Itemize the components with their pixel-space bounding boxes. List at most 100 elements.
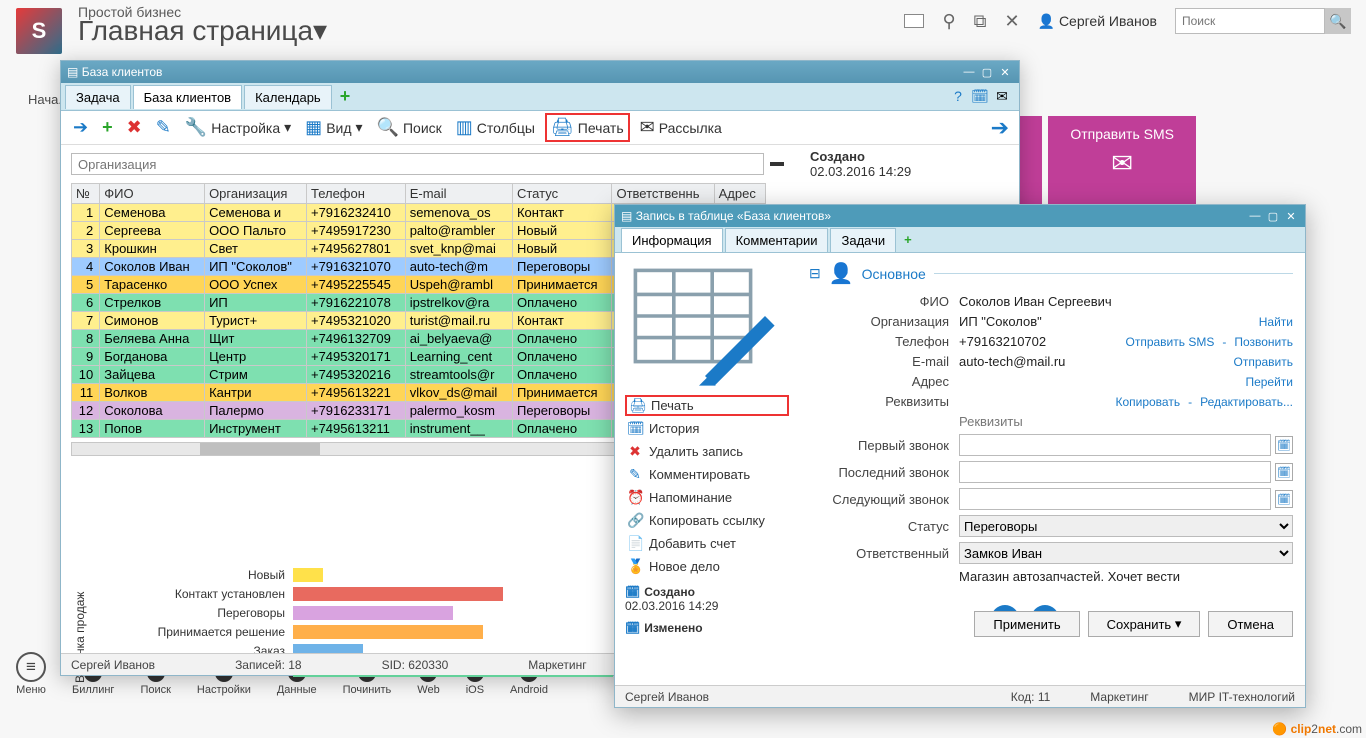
history-icon[interactable]: 🗓 xyxy=(971,87,989,105)
label-address: Адрес xyxy=(809,374,959,389)
global-search-input[interactable] xyxy=(1175,8,1325,34)
action-print[interactable]: 🖨Печать xyxy=(625,395,789,416)
record-created: 🗓 Создано02.03.2016 14:29 xyxy=(625,585,789,613)
view-button[interactable]: ▦Вид ▾ xyxy=(301,115,366,140)
tile-send-sms[interactable]: Отправить SMS✉ xyxy=(1048,116,1196,207)
col-header[interactable]: E-mail xyxy=(405,184,512,204)
add-button[interactable]: + xyxy=(98,115,117,140)
label-tel: Телефон xyxy=(809,334,959,349)
funnel-row: Контакт установлен xyxy=(93,586,671,602)
input-last-call[interactable] xyxy=(959,461,1271,483)
action-delete[interactable]: ✖Удалить запись xyxy=(625,441,789,462)
col-header[interactable]: № xyxy=(72,184,100,204)
value-org: ИП "Соколов" xyxy=(959,314,1251,329)
label-fio: ФИО xyxy=(809,294,959,309)
tab-task[interactable]: Задача xyxy=(65,85,131,109)
tab-tasks[interactable]: Задачи xyxy=(830,228,896,252)
tab-calendar[interactable]: Календарь xyxy=(244,85,332,109)
col-header[interactable]: ФИО xyxy=(100,184,205,204)
edit-button[interactable]: ✎ xyxy=(152,115,175,140)
funnel-row: Принимается решение xyxy=(93,624,671,640)
apply-button[interactable]: Применить xyxy=(974,611,1079,637)
settings-button[interactable]: 🔧Настройка ▾ xyxy=(181,115,295,140)
label-requisites: Реквизиты xyxy=(809,394,959,409)
cancel-button[interactable]: Отмена xyxy=(1208,611,1293,637)
person-icon: 👤 xyxy=(829,261,854,286)
org-filter-input[interactable] xyxy=(71,153,764,175)
col-header[interactable]: Ответственнь xyxy=(612,184,714,204)
print-button[interactable]: 🖨Печать xyxy=(545,113,630,142)
col-header[interactable]: Статус xyxy=(512,184,611,204)
clients-window-title: База клиентов xyxy=(82,65,163,79)
link-call[interactable]: Позвонить xyxy=(1234,335,1293,349)
columns-button[interactable]: ▥Столбцы xyxy=(452,115,539,140)
global-search-button[interactable]: 🔍 xyxy=(1325,8,1351,34)
label-last-call: Последний звонок xyxy=(809,465,959,480)
help-icon[interactable]: ? xyxy=(949,87,967,105)
link-edit-req[interactable]: Редактировать... xyxy=(1200,395,1293,409)
tab-info[interactable]: Информация xyxy=(621,228,723,252)
section-main[interactable]: ⊟ 👤 Основное xyxy=(809,261,1293,286)
input-next-call[interactable] xyxy=(959,488,1271,510)
calendar-icon[interactable]: 🗓 xyxy=(1275,436,1293,454)
record-window: ▤ Запись в таблице «База клиентов» — ▢ ✕… xyxy=(614,204,1306,708)
note-text: Магазин автозапчастей. Хочет вести xyxy=(959,569,1293,584)
record-window-title: Запись в таблице «База клиентов» xyxy=(636,209,831,223)
action-comment[interactable]: ✎Комментировать xyxy=(625,464,789,485)
created-info: Создано02.03.2016 14:29 xyxy=(810,149,911,179)
menu-icon[interactable]: ≡Меню xyxy=(16,652,46,696)
select-status[interactable]: Переговоры xyxy=(959,515,1293,537)
col-header[interactable]: Организация xyxy=(205,184,307,204)
search-button[interactable]: 🔍Поиск xyxy=(373,115,446,140)
delete-button[interactable]: ✖ xyxy=(123,115,146,140)
maximize-button[interactable]: ▢ xyxy=(1265,209,1281,223)
save-button[interactable]: Сохранить ▾ xyxy=(1088,611,1201,637)
mailing-button[interactable]: ✉Рассылка xyxy=(636,115,726,140)
value-mail: auto-tech@mail.ru xyxy=(959,354,1225,369)
tab-add[interactable]: + xyxy=(334,86,357,107)
link-goto[interactable]: Перейти xyxy=(1245,375,1293,389)
action-reminder[interactable]: ⏰Напоминание xyxy=(625,487,789,508)
action-history[interactable]: 🗓История xyxy=(625,418,789,439)
record-changed: 🗓 Изменено xyxy=(625,621,789,635)
window-layout-icon[interactable]: ⧉ xyxy=(974,11,987,32)
tab-clients[interactable]: База клиентов xyxy=(133,85,242,109)
calendar-icon[interactable]: 🗓 xyxy=(1275,490,1293,508)
col-header[interactable]: Адрес xyxy=(714,184,765,204)
funnel-row: Новый xyxy=(93,567,671,583)
tab-add[interactable]: + xyxy=(898,232,918,247)
pin-icon[interactable]: ⚲ xyxy=(942,11,955,32)
app-close-icon[interactable]: ✕ xyxy=(1005,11,1020,32)
action-new-case[interactable]: 🏅Новое дело xyxy=(625,556,789,577)
action-copy-link[interactable]: 🔗Копировать ссылку xyxy=(625,510,789,531)
label-org: Организация xyxy=(809,314,959,329)
mail-icon[interactable]: ✉ xyxy=(993,87,1011,105)
value-tel: +79163210702 xyxy=(959,334,1117,349)
calendar-icon[interactable]: 🗓 xyxy=(1275,463,1293,481)
input-first-call[interactable] xyxy=(959,434,1271,456)
maximize-button[interactable]: ▢ xyxy=(979,65,995,79)
record-illustration-icon xyxy=(625,263,785,393)
label-first-call: Первый звонок xyxy=(809,438,959,453)
value-fio: Соколов Иван Сергеевич xyxy=(959,294,1293,309)
link-copy-req[interactable]: Копировать xyxy=(1115,395,1180,409)
record-statusbar: Сергей Иванов Код: 11МаркетингМИР IT-тех… xyxy=(615,685,1305,707)
label-status: Статус xyxy=(809,519,959,534)
close-button[interactable]: ✕ xyxy=(997,65,1013,79)
current-user[interactable]: 👤 Сергей Иванов xyxy=(1038,13,1157,30)
col-header[interactable]: Телефон xyxy=(306,184,405,204)
collapse-icon[interactable]: ⊟ xyxy=(809,265,821,282)
minimize-button[interactable]: — xyxy=(961,65,977,79)
link-send-sms[interactable]: Отправить SMS xyxy=(1125,335,1214,349)
nav-forward-button[interactable]: ➔ xyxy=(69,115,92,140)
expand-side-icon[interactable] xyxy=(770,162,784,166)
minimize-button[interactable]: — xyxy=(1247,209,1263,223)
link-find[interactable]: Найти xyxy=(1259,315,1293,329)
close-button[interactable]: ✕ xyxy=(1283,209,1299,223)
toolbar-more[interactable]: ➔ xyxy=(991,115,1009,141)
label-next-call: Следующий звонок xyxy=(809,492,959,507)
link-send-mail[interactable]: Отправить xyxy=(1233,355,1293,369)
action-add-invoice[interactable]: 📄Добавить счет xyxy=(625,533,789,554)
select-responsible[interactable]: Замков Иван xyxy=(959,542,1293,564)
tab-comments[interactable]: Комментарии xyxy=(725,228,829,252)
